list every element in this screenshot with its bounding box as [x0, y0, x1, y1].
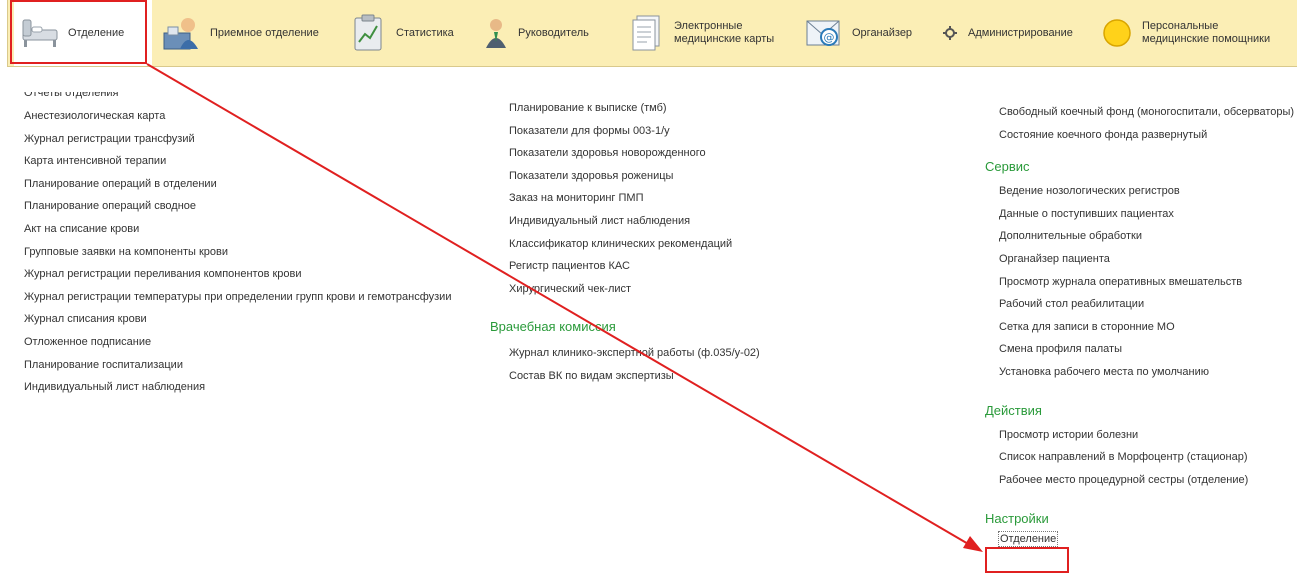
annotation-arrow — [146, 63, 983, 552]
